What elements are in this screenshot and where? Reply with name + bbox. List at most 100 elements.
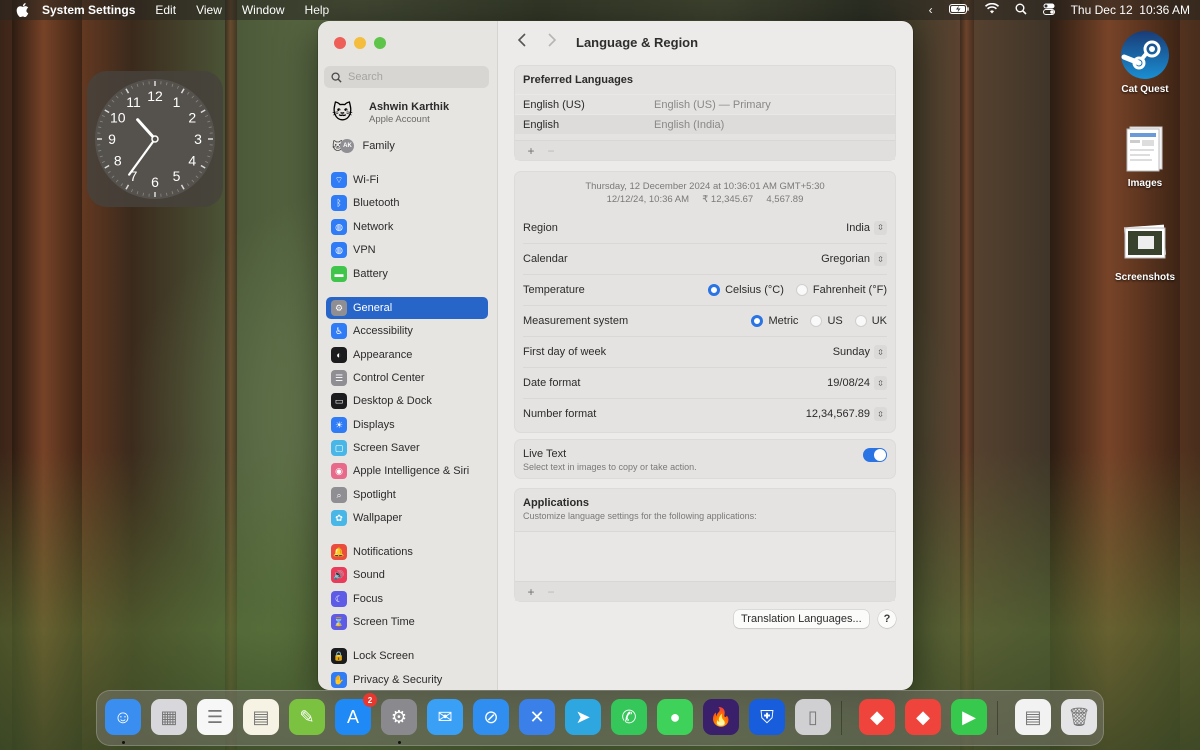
temperature-radio-group: Celsius (°C) Fahrenheit (°F) [708,284,887,296]
dock-app-firefox[interactable]: 🔥 [703,699,739,735]
dock-app-telegram[interactable]: ➤ [565,699,601,735]
search-field[interactable]: Search [324,66,489,88]
language-row[interactable]: English English (India) [515,114,895,134]
metric-radio[interactable]: Metric [751,315,798,327]
dock-app-whatsapp[interactable]: ✆ [611,699,647,735]
menu-clock[interactable]: Thu Dec 12 10:36 AM [1071,3,1190,17]
sidebar-item-focus[interactable]: ☾ Focus [326,588,488,610]
dock-app-bitwarden[interactable]: ⛨ [749,699,785,735]
fahrenheit-radio[interactable]: Fahrenheit (°F) [795,284,887,296]
dock-app-launchpad[interactable]: ▦ [151,699,187,735]
calendar-popup[interactable]: Gregorian ⇳ [821,252,887,266]
sidebar-item-control-center[interactable]: ☰ Control Center [326,367,488,389]
add-application-button[interactable]: + [521,585,541,599]
sidebar-item-label: Appearance [353,349,413,361]
live-text-group: Live Text Select text in images to copy … [514,439,896,479]
sidebar-item-appearance[interactable]: ◐ Appearance [326,344,488,366]
sidebar-item-sound[interactable]: 🔊 Sound [326,564,488,586]
calendar-row: Calendar Gregorian ⇳ [523,243,887,274]
dock-app-iphone-mirroring[interactable]: ▯ [795,699,831,735]
live-text-toggle[interactable] [863,448,887,462]
menu-edit[interactable]: Edit [155,3,176,17]
sidebar-item-general[interactable]: ⚙ General [326,297,488,319]
sidebar-item-wi-fi[interactable]: ⌔ Wi-Fi [326,169,488,191]
us-radio[interactable]: US [810,315,843,327]
add-language-button[interactable]: + [521,144,541,158]
clock-widget[interactable]: 12 1 2 3 4 5 6 7 8 9 10 11 [87,71,223,207]
menu-help[interactable]: Help [305,3,330,17]
minimize-button[interactable] [354,37,366,49]
dock-app-notes[interactable]: ▤ [243,699,279,735]
celsius-radio[interactable]: Celsius (°C) [708,284,784,296]
sidebar-item-wallpaper[interactable]: ✿ Wallpaper [326,507,488,529]
sidebar-item-accessibility[interactable]: ♿ Accessibility [326,320,488,342]
account-subtitle: Apple Account [369,114,430,125]
help-button[interactable]: ? [878,610,896,628]
satellite-icon: ✕ [529,706,545,727]
dock-app-disk-image[interactable]: ▤ [1015,699,1051,735]
sidebar-item-lock-screen[interactable]: 🔒 Lock Screen [326,645,488,667]
uk-radio[interactable]: UK [854,315,887,327]
menu-app-name[interactable]: System Settings [42,3,135,17]
region-value: India [846,221,870,234]
menu-view[interactable]: View [196,3,222,17]
language-row[interactable]: English (US) English (US) — Primary [515,94,895,114]
sidebar-item-desktop-dock[interactable]: ▭ Desktop & Dock [326,390,488,412]
preferred-languages-heading: Preferred Languages [523,74,634,86]
dock-app-anydesk[interactable]: ◆ [859,699,895,735]
sidebar-item-label: Sound [353,569,385,581]
remove-language-button[interactable]: − [541,144,561,158]
sidebar-item-vpn[interactable]: ◍ VPN [326,239,488,261]
spotlight-search-icon[interactable] [1015,3,1027,18]
apple-menu-icon[interactable] [16,3,30,18]
clock-numeral: 8 [114,153,122,169]
dock-app-reminders[interactable]: ☰ [197,699,233,735]
dock-app-messages[interactable]: ● [657,699,693,735]
dock: ☺ ▦ ☰ ▤ ✎ A 2 ⚙ ✉ ⊘ ✕ ➤ ✆ ● 🔥 ⛨ ▯ ◆ ◆ ▶ ▤ 🗑 [96,690,1104,746]
zoom-button[interactable] [374,37,386,49]
dock-app-netnewswire[interactable]: ✕ [519,699,555,735]
dock-app-anydesk[interactable]: ◆ [905,699,941,735]
number-format-popup[interactable]: 12,34,567.89 ⇳ [806,407,887,421]
dock-app-safari[interactable]: ⊘ [473,699,509,735]
sidebar-item-network[interactable]: ◍ Network [326,216,488,238]
sidebar-item-screen-saver[interactable]: ▢ Screen Saver [326,437,488,459]
date-format-popup[interactable]: 19/08/24 ⇳ [827,376,887,390]
chevron-left-icon[interactable]: ‹ [929,3,933,17]
sidebar-item-apple-intelligence-siri[interactable]: ◉ Apple Intelligence & Siri [326,460,488,482]
forward-button[interactable] [544,33,560,52]
close-button[interactable] [334,37,346,49]
sidebar-item-spotlight[interactable]: ⌕ Spotlight [326,484,488,506]
dock-app-facetime[interactable]: ▶ [951,699,987,735]
sidebar-item-screen-time[interactable]: ⌛ Screen Time [326,611,488,633]
dock-app-app-store[interactable]: A2 [335,693,377,735]
desktop-icon-screenshots[interactable]: Screenshots [1105,218,1185,283]
sidebar-item-displays[interactable]: ☀ Displays [326,414,488,436]
desktop-icon-cat-quest[interactable]: Cat Quest [1105,30,1185,95]
apple-account-item[interactable]: 🐱 Ashwin Karthik Apple Account [332,100,449,126]
sidebar-item-privacy-security[interactable]: ✋ Privacy & Security [326,669,488,690]
remove-application-button[interactable]: − [541,585,561,599]
control-center-icon[interactable] [1042,3,1055,18]
messages-icon: ● [669,706,681,727]
dock-app-maps-editor[interactable]: ✎ [289,699,325,735]
desktop-icon-images[interactable]: Images [1105,124,1185,189]
dock-app-mail[interactable]: ✉ [427,699,463,735]
first-day-popup[interactable]: Sunday ⇳ [833,345,887,359]
back-button[interactable] [514,33,530,52]
wifi-icon[interactable] [984,2,999,17]
family-item[interactable]: 🐱 AK Family [332,139,395,153]
dock-app-system-settings[interactable]: ⚙ [381,699,417,735]
dock-app-finder[interactable]: ☺ [105,699,141,735]
battery-charging-icon[interactable] [948,3,969,17]
sidebar-item-notifications[interactable]: 🔔 Notifications [326,541,488,563]
translation-languages-button[interactable]: Translation Languages... [734,610,869,628]
sidebar-item-bluetooth[interactable]: ᛒ Bluetooth [326,192,488,214]
region-popup[interactable]: India ⇳ [846,220,887,235]
dock-app-trash[interactable]: 🗑 [1061,699,1097,735]
date-format-label: Date format [523,377,581,389]
sidebar-item-battery[interactable]: ▬ Battery [326,263,488,285]
main-pane: Language & Region Preferred Languages En… [498,21,913,690]
sidebar-item-label: Spotlight [353,489,396,501]
menu-window[interactable]: Window [242,3,285,17]
